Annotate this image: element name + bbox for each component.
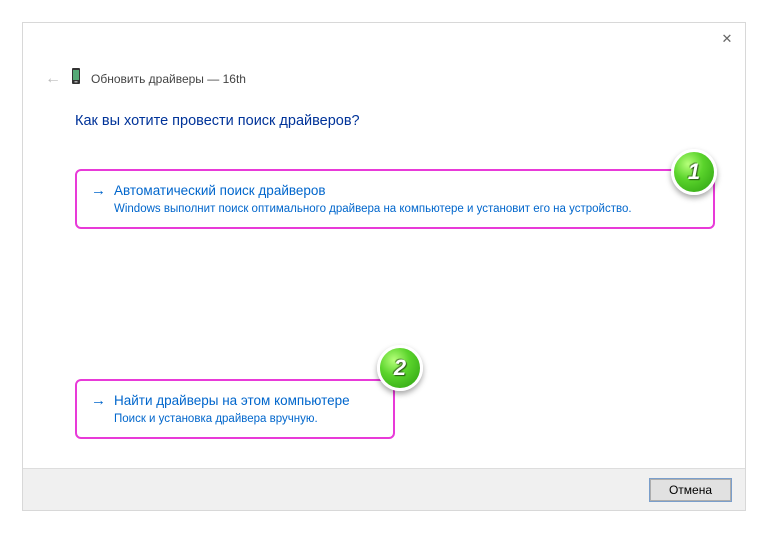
back-arrow-icon[interactable]: ← — [45, 70, 61, 88]
dialog-header: ← Обновить драйверы — 16th — [45, 67, 246, 90]
cancel-button[interactable]: Отмена — [650, 479, 731, 501]
device-icon — [71, 67, 81, 90]
close-icon[interactable]: ✕ — [719, 31, 735, 47]
option-title: Автоматический поиск драйверов — [114, 181, 326, 201]
option-description: Windows выполнит поиск оптимального драй… — [114, 203, 699, 215]
dialog-title: Обновить драйверы — 16th — [91, 72, 246, 86]
option-auto-search[interactable]: 1 → Автоматический поиск драйверов Windo… — [75, 169, 715, 229]
dialog-content: Как вы хотите провести поиск драйверов? … — [75, 113, 715, 439]
option-title: Найти драйверы на этом компьютере — [114, 391, 350, 411]
search-question: Как вы хотите провести поиск драйверов? — [75, 113, 715, 129]
dialog-footer: Отмена — [23, 468, 745, 510]
options-container: 1 → Автоматический поиск драйверов Windo… — [75, 169, 715, 439]
option-description: Поиск и установка драйвера вручную. — [114, 413, 379, 425]
annotation-badge-2: 2 — [377, 345, 423, 391]
driver-update-dialog: ✕ ← Обновить драйверы — 16th Как вы хоти… — [22, 22, 746, 511]
arrow-right-icon: → — [91, 391, 106, 411]
option-browse-computer[interactable]: 2 → Найти драйверы на этом компьютере По… — [75, 379, 395, 439]
annotation-badge-1: 1 — [671, 149, 717, 195]
arrow-right-icon: → — [91, 181, 106, 201]
